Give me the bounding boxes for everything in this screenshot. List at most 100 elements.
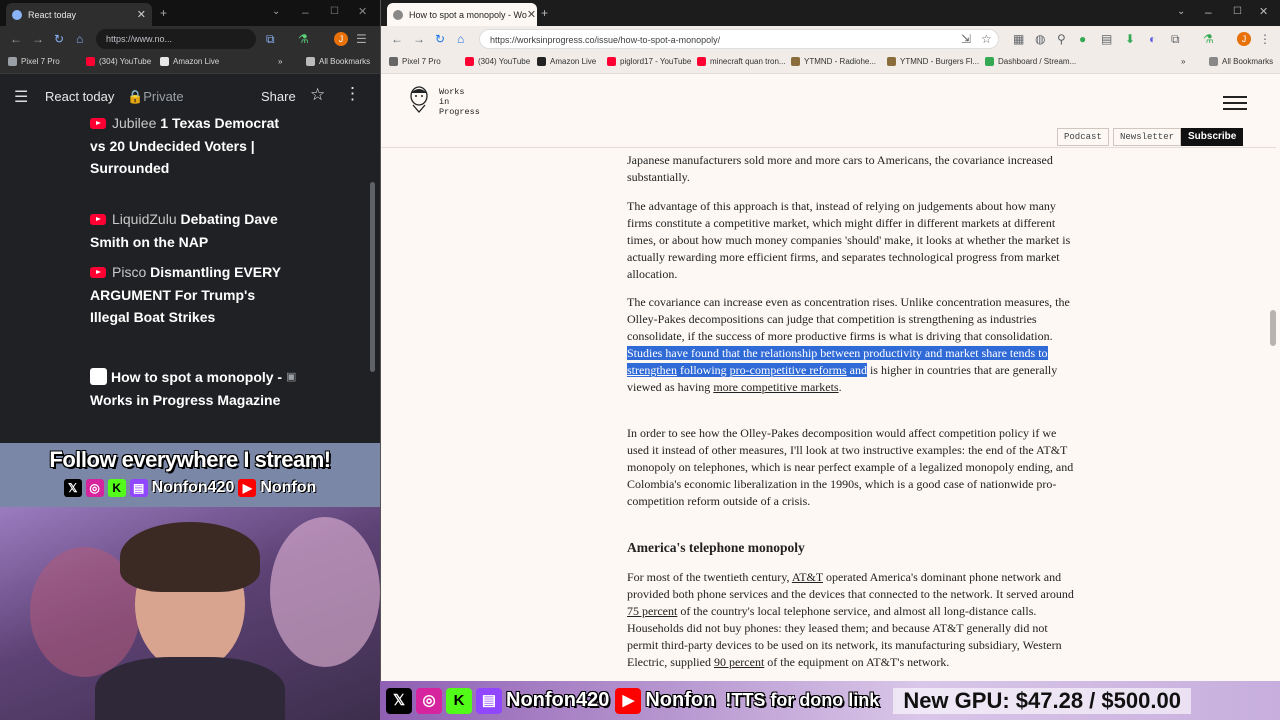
right-browser-window: How to spot a monopoly - Wo ✕ + ⌄ – ☐ ✕ … xyxy=(380,0,1280,720)
reload-icon[interactable]: ↻ xyxy=(54,31,64,47)
bookmark-ytmnd-burgers[interactable]: YTMND - Burgers Fl... xyxy=(887,57,979,66)
forward-icon[interactable]: → xyxy=(32,31,44,47)
newsletter-link[interactable]: Newsletter xyxy=(1113,128,1182,146)
link-90-percent[interactable]: 90 percent xyxy=(714,655,764,669)
tab-search-icon[interactable]: ⌄ xyxy=(272,4,280,20)
install-app-icon[interactable]: ⇲ xyxy=(961,31,971,47)
extension-icon[interactable]: ⧉ xyxy=(266,31,275,47)
forward-icon[interactable]: → xyxy=(413,31,425,47)
reload-icon[interactable]: ↻ xyxy=(435,31,445,47)
bookmark-pixel-7-pro[interactable]: Pixel 7 Pro xyxy=(8,57,60,66)
link-pro-competitive-reforms[interactable]: pro-competitive reforms xyxy=(730,363,847,377)
bookmark-pixel-7-pro[interactable]: Pixel 7 Pro xyxy=(389,57,441,66)
subscribe-button[interactable]: Subscribe xyxy=(1181,128,1244,146)
close-window-icon[interactable]: ✕ xyxy=(1259,4,1268,20)
extension-icon-1[interactable]: ▦ xyxy=(1013,31,1024,47)
comment-icon[interactable]: ▣ xyxy=(286,370,296,383)
bookmark-amazon-live[interactable]: Amazon Live xyxy=(160,57,219,66)
left-browser-window: React today ✕ + ⌄ – ☐ ✕ ← → ↻ ⌂ https://… xyxy=(0,0,380,443)
section-heading: America's telephone monopoly xyxy=(627,540,805,555)
works-in-progress-logo-icon[interactable] xyxy=(407,85,431,113)
youtube-icon xyxy=(90,118,106,129)
link-strengthen[interactable]: strengthen xyxy=(627,363,677,377)
profile-avatar-icon[interactable]: J xyxy=(334,32,348,46)
left-tab-title: React today xyxy=(28,9,77,20)
extension-icon-2[interactable]: ◍ xyxy=(1035,31,1045,47)
right-scrollbar[interactable] xyxy=(1270,310,1276,346)
home-icon[interactable]: ⌂ xyxy=(76,31,83,47)
close-window-icon[interactable]: ✕ xyxy=(358,4,367,20)
podcast-link[interactable]: Podcast xyxy=(1057,128,1109,146)
new-tab-icon[interactable]: + xyxy=(541,5,548,21)
more-options-icon[interactable]: ⋮ xyxy=(344,84,361,104)
list-item[interactable]: Jubilee 1 Texas Democrat vs 20 Undecided… xyxy=(90,112,290,180)
home-icon[interactable]: ⌂ xyxy=(457,31,464,47)
link-75-percent[interactable]: 75 percent xyxy=(627,604,677,618)
extensions-puzzle-icon[interactable]: ⧉ xyxy=(1171,31,1180,47)
stream-ticker-bar: 𝕏 ◎ K ▤ Nonfon420 ▶ Nonfon !TTS for dono… xyxy=(380,681,1280,720)
minimize-icon[interactable]: – xyxy=(1205,4,1212,20)
right-bookmarks-bar: Pixel 7 Pro (304) YouTube Amazon Live pi… xyxy=(381,52,1280,74)
tab-search-icon[interactable]: ⌄ xyxy=(1177,4,1185,20)
article-paragraph: For most of the twentieth century, AT&T … xyxy=(627,570,1074,669)
overlay-banner: Follow everywhere I stream! 𝕏 ◎ K ▤ Nonf… xyxy=(0,443,380,507)
menu-icon[interactable]: ☰ xyxy=(356,31,367,47)
list-item[interactable]: How to spot a monopoly - Works in Progre… xyxy=(90,366,290,411)
ticker-handle-1: Nonfon420 xyxy=(506,689,610,711)
bookmark-piglord17[interactable]: piglord17 - YouTube xyxy=(607,57,691,66)
right-tab-monopoly[interactable]: How to spot a monopoly - Wo ✕ xyxy=(387,3,537,26)
link-att[interactable]: AT&T xyxy=(792,570,823,584)
instagram-icon: ◎ xyxy=(85,479,104,497)
maximize-icon[interactable]: ☐ xyxy=(1233,4,1242,20)
left-nav-bar: ← → ↻ ⌂ https://www.no... ⧉ ⚗ J ☰ xyxy=(0,26,380,52)
youtube-icon: ▶ xyxy=(615,687,642,714)
flask-extension-icon[interactable]: ⚗ xyxy=(298,31,309,47)
close-tab-icon[interactable]: ✕ xyxy=(527,8,536,21)
flask-extension-icon[interactable]: ⚗ xyxy=(1203,31,1214,47)
extension-icon-6[interactable]: ⬇ xyxy=(1125,31,1135,47)
more-bookmarks-icon[interactable]: » xyxy=(1181,57,1185,66)
extension-icon-7[interactable]: ◐ xyxy=(1149,31,1156,47)
right-address-bar[interactable]: https://worksinprogress.co/issue/how-to-… xyxy=(479,29,999,49)
share-button[interactable]: Share xyxy=(261,89,296,104)
sidebar-menu-icon[interactable]: ☰ xyxy=(14,87,28,107)
back-icon[interactable]: ← xyxy=(10,31,22,47)
left-scrollbar[interactable] xyxy=(370,182,375,372)
bookmark-youtube[interactable]: (304) YouTube xyxy=(86,57,151,66)
maximize-icon[interactable]: ☐ xyxy=(330,4,339,20)
site-menu-icon[interactable] xyxy=(1223,96,1247,110)
all-bookmarks-folder[interactable]: All Bookmarks xyxy=(1209,57,1273,66)
x-icon: 𝕏 xyxy=(386,687,412,714)
ticker-tts-note: !TTS for dono link xyxy=(725,690,880,710)
left-address-bar[interactable]: https://www.no... xyxy=(96,29,256,49)
all-bookmarks-folder[interactable]: All Bookmarks xyxy=(306,57,370,66)
site-logo-text[interactable]: Works in Progress xyxy=(439,87,480,117)
menu-icon[interactable]: ⋮ xyxy=(1259,31,1271,47)
youtube-icon: ▶ xyxy=(238,479,257,497)
star-icon[interactable]: ☆ xyxy=(310,85,325,105)
extension-icon-4[interactable]: ● xyxy=(1079,31,1086,47)
article-paragraph: In order to see how the Olley-Pakes deco… xyxy=(627,426,1074,508)
bookmark-youtube[interactable]: (304) YouTube xyxy=(465,57,530,66)
webcam-feed xyxy=(0,507,380,720)
bookmark-minecraft[interactable]: minecraft quan tron... xyxy=(697,57,786,66)
extension-icon-3[interactable]: ⚲ xyxy=(1057,31,1066,47)
profile-avatar-icon[interactable]: J xyxy=(1237,32,1251,46)
new-tab-icon[interactable]: + xyxy=(160,5,167,21)
bookmark-ytmnd-radiohead[interactable]: YTMND - Radiohe... xyxy=(791,57,876,66)
article-paragraph: The advantage of this approach is that, … xyxy=(627,199,1071,281)
back-icon[interactable]: ← xyxy=(391,31,403,47)
bookmark-dashboard-stream[interactable]: Dashboard / Stream... xyxy=(985,57,1076,66)
link-more-competitive-markets[interactable]: more competitive markets xyxy=(713,380,838,394)
minimize-icon[interactable]: – xyxy=(302,4,309,20)
instagram-icon: ◎ xyxy=(416,687,442,714)
extension-icon-5[interactable]: ▤ xyxy=(1101,31,1112,47)
tab-favicon-icon xyxy=(393,9,403,20)
bookmark-amazon-live[interactable]: Amazon Live xyxy=(537,57,596,66)
list-item[interactable]: LiquidZulu Debating Dave Smith on the NA… xyxy=(90,208,290,253)
close-tab-icon[interactable]: ✕ xyxy=(137,8,146,21)
list-item[interactable]: Pisco Dismantling EVERY ARGUMENT For Tru… xyxy=(90,261,290,329)
bookmark-star-icon[interactable]: ☆ xyxy=(981,31,992,47)
left-tab-react-today[interactable]: React today ✕ xyxy=(6,3,152,26)
more-bookmarks-icon[interactable]: » xyxy=(278,57,282,66)
